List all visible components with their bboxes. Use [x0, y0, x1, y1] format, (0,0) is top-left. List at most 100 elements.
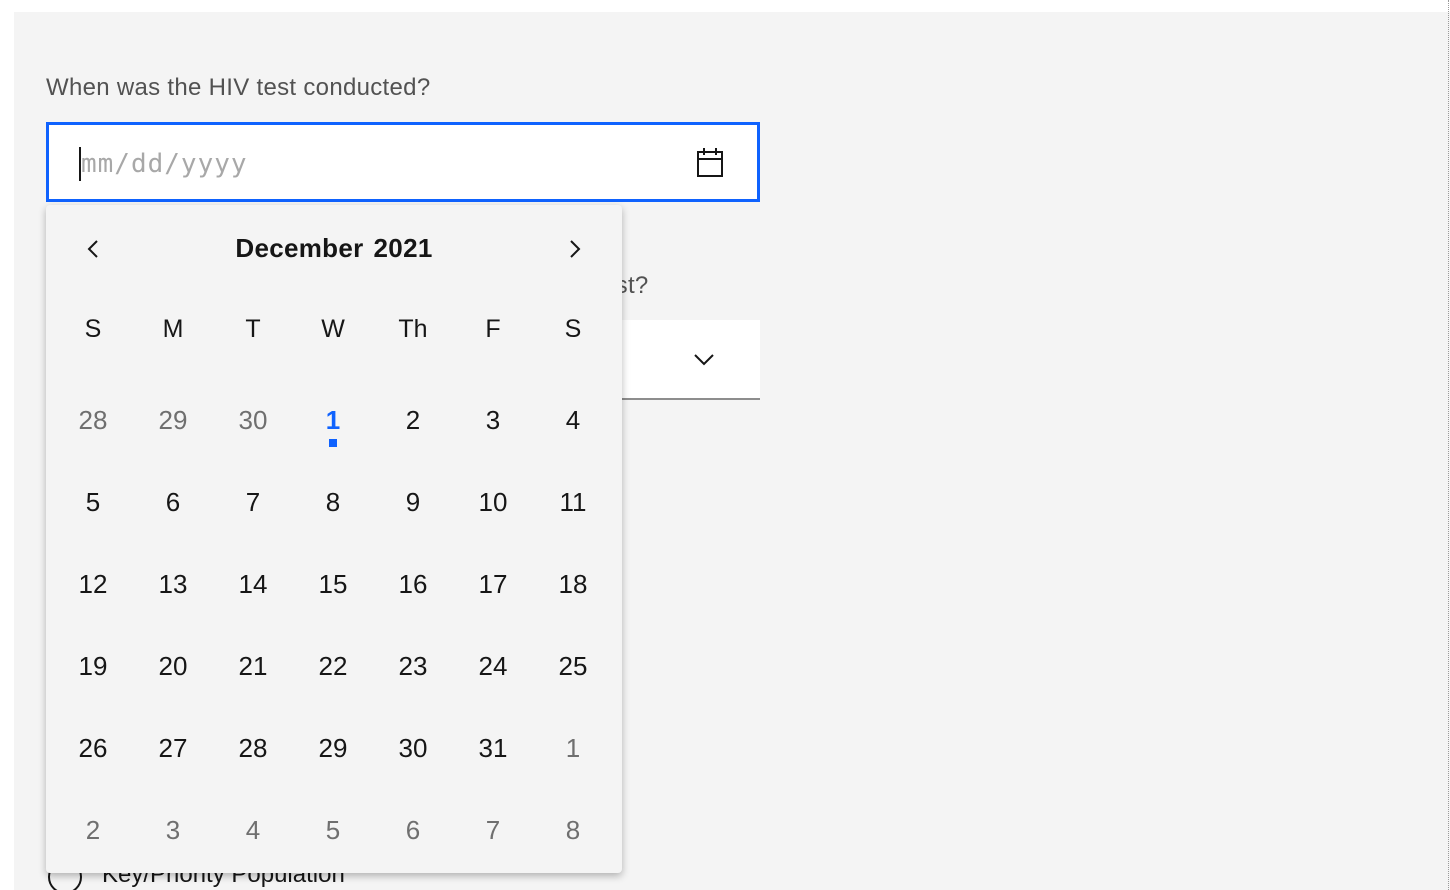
calendar-day[interactable]: 29 — [293, 707, 373, 789]
calendar-day-number: 2 — [85, 815, 101, 845]
calendar-day-number: 8 — [325, 487, 341, 517]
calendar-day[interactable]: 26 — [53, 707, 133, 789]
calendar-day-number: 3 — [485, 405, 501, 435]
form-page: When was the HIV test conducted? mm/dd/y… — [14, 12, 1450, 890]
weekday-label: W — [321, 315, 345, 343]
calendar-day-number: 24 — [478, 651, 508, 681]
calendar-day-outside-month[interactable]: 29 — [133, 379, 213, 461]
calendar-day[interactable]: 15 — [293, 543, 373, 625]
calendar-day[interactable]: 5 — [53, 461, 133, 543]
calendar-day[interactable]: 25 — [533, 625, 613, 707]
calendar-day-number: 2 — [405, 405, 421, 435]
calendar-day[interactable]: 2 — [373, 379, 453, 461]
calendar-day[interactable]: 3 — [453, 379, 533, 461]
calendar-day-number: 1 — [565, 733, 581, 763]
weekday-label: S — [84, 315, 102, 343]
calendar-day[interactable]: 28 — [213, 707, 293, 789]
calendar-day-number: 19 — [78, 651, 108, 681]
today-indicator — [329, 439, 337, 447]
next-month-button[interactable] — [552, 227, 596, 271]
calendar-day-number: 8 — [565, 815, 581, 845]
calendar-day-number: 28 — [78, 405, 108, 435]
calendar-day-number: 29 — [318, 733, 348, 763]
calendar-day-number: 21 — [238, 651, 268, 681]
calendar-day-number: 25 — [558, 651, 588, 681]
calendar-day-number: 26 — [78, 733, 108, 763]
calendar-day-number: 5 — [85, 487, 101, 517]
weekday-label: S — [564, 315, 582, 343]
chevron-down-icon — [692, 348, 716, 372]
calendar-day-outside-month[interactable]: 5 — [293, 789, 373, 871]
calendar-day-outside-month[interactable]: 7 — [453, 789, 533, 871]
calendar-day-number: 23 — [398, 651, 428, 681]
calendar-day-number: 6 — [405, 815, 421, 845]
calendar-day[interactable]: 22 — [293, 625, 373, 707]
calendar-day-number: 7 — [245, 487, 261, 517]
calendar-day-number: 11 — [559, 487, 587, 517]
calendar-day-number: 4 — [245, 815, 261, 845]
calendar-day-number: 17 — [478, 569, 508, 599]
calendar-day-outside-month[interactable]: 2 — [53, 789, 133, 871]
calendar-day[interactable]: 10 — [453, 461, 533, 543]
calendar-day-number: 30 — [398, 733, 428, 763]
calendar-day[interactable]: 30 — [373, 707, 453, 789]
weekday-label: T — [245, 315, 261, 343]
calendar-day-outside-month[interactable]: 8 — [533, 789, 613, 871]
calendar-day-number: 1 — [325, 405, 341, 435]
calendar-day-number: 27 — [158, 733, 188, 763]
calendar-day[interactable]: 24 — [453, 625, 533, 707]
calendar-day-number: 9 — [405, 487, 421, 517]
calendar-day[interactable]: 23 — [373, 625, 453, 707]
calendar-day[interactable]: 13 — [133, 543, 213, 625]
calendar-day-number: 20 — [158, 651, 188, 681]
calendar-day-number: 30 — [238, 405, 268, 435]
weekday-label: F — [485, 315, 501, 343]
calendar-day[interactable]: 7 — [213, 461, 293, 543]
calendar-day-number: 15 — [318, 569, 348, 599]
calendar-day[interactable]: 8 — [293, 461, 373, 543]
calendar-day[interactable]: 17 — [453, 543, 533, 625]
calendar-day-number: 22 — [318, 651, 348, 681]
hiv-test-date-input[interactable]: mm/dd/yyyy — [46, 122, 760, 202]
calendar-day-number: 18 — [558, 569, 588, 599]
calendar-day-number: 28 — [238, 733, 268, 763]
calendar-day-number: 13 — [158, 569, 188, 599]
calendar-day-number: 3 — [165, 815, 181, 845]
calendar-icon[interactable] — [695, 147, 725, 179]
calendar-day-number: 14 — [238, 569, 268, 599]
calendar-year[interactable]: 2021 — [374, 233, 433, 263]
calendar-day[interactable]: 6 — [133, 461, 213, 543]
calendar-day-number: 6 — [165, 487, 181, 517]
calendar-day-number: 31 — [478, 733, 508, 763]
calendar-day[interactable]: 12 — [53, 543, 133, 625]
calendar-day-today[interactable]: 1 — [293, 379, 373, 461]
calendar-day[interactable]: 9 — [373, 461, 453, 543]
calendar-day[interactable]: 4 — [533, 379, 613, 461]
calendar-day-outside-month[interactable]: 28 — [53, 379, 133, 461]
calendar-day-number: 29 — [158, 405, 188, 435]
calendar-day-outside-month[interactable]: 1 — [533, 707, 613, 789]
calendar-day-number: 4 — [565, 405, 581, 435]
calendar-day-outside-month[interactable]: 4 — [213, 789, 293, 871]
calendar-day-outside-month[interactable]: 3 — [133, 789, 213, 871]
weekday-label: Th — [398, 315, 428, 343]
calendar-day-outside-month[interactable]: 6 — [373, 789, 453, 871]
viewport-edge-divider — [1448, 0, 1449, 890]
calendar-day-grid: 28 29 30 1 2 3 4 5 6 7 8 9 10 11 12 13 14 15 16 17 18 19 20 21 2… — [53, 379, 613, 871]
calendar-day[interactable]: 27 — [133, 707, 213, 789]
calendar-day[interactable]: 20 — [133, 625, 213, 707]
hiv-test-date-question-label: When was the HIV test conducted? — [46, 74, 431, 101]
calendar-day[interactable]: 19 — [53, 625, 133, 707]
calendar-day[interactable]: 11 — [533, 461, 613, 543]
calendar-day[interactable]: 31 — [453, 707, 533, 789]
calendar-day[interactable]: 14 — [213, 543, 293, 625]
calendar-weekday-header: S M T W Th F S — [53, 305, 613, 353]
calendar-day-outside-month[interactable]: 30 — [213, 379, 293, 461]
calendar-day[interactable]: 18 — [533, 543, 613, 625]
chevron-right-icon — [570, 240, 581, 258]
calendar-day[interactable]: 16 — [373, 543, 453, 625]
date-picker-calendar: December 2021 S M T W Th F S 28 29 30 1 2 3 4 5 6 7 8 9 10 1… — [46, 205, 622, 873]
calendar-day[interactable]: 21 — [213, 625, 293, 707]
calendar-day-number: 7 — [485, 815, 501, 845]
calendar-day-number: 10 — [478, 487, 508, 517]
